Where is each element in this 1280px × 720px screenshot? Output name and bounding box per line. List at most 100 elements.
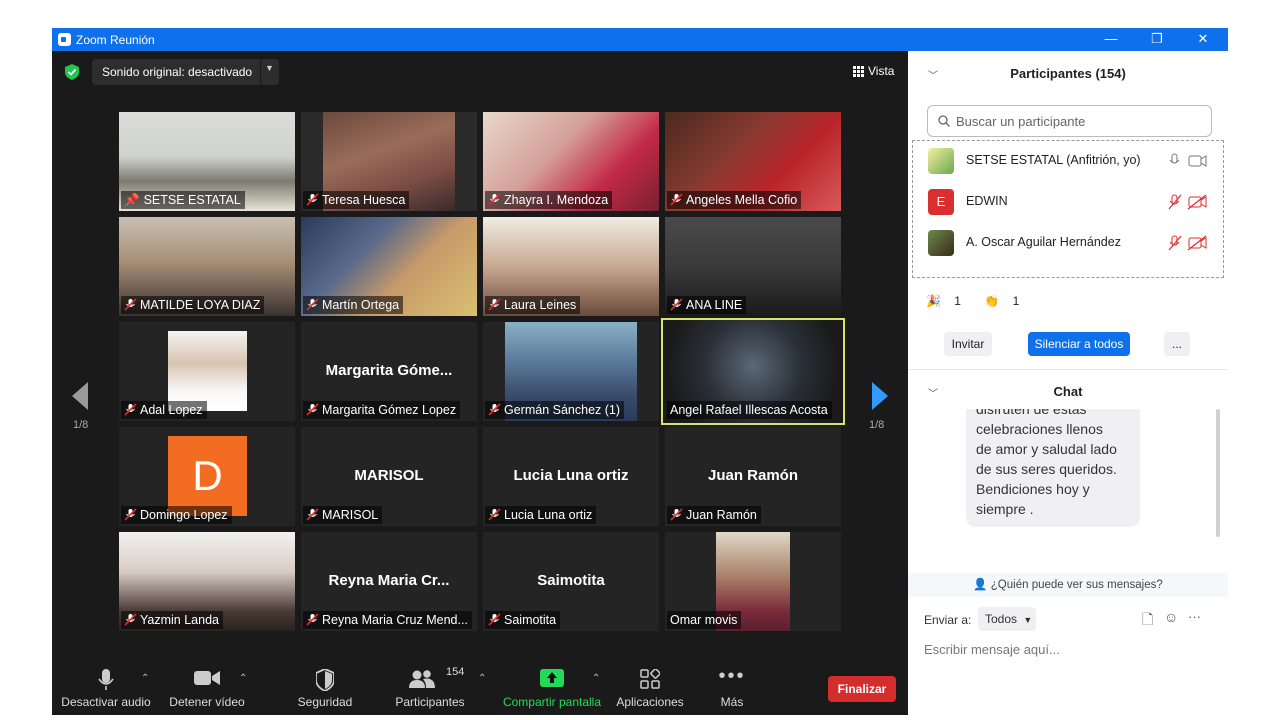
original-sound-button[interactable]: Sonido original: desactivado ▼ [92,59,279,85]
share-screen-label: Compartir pantalla [502,695,602,709]
chat-line: celebraciones llenos [976,421,1103,437]
muted-mic-camera-off-icons[interactable] [1167,194,1207,210]
video-tile[interactable]: ANA LINE [665,217,841,316]
search-placeholder: Buscar un participante [956,114,1086,129]
tile-name: SETSE ESTATAL [143,193,241,207]
raise-hand-reaction: 🎉 1 [926,294,971,308]
view-button[interactable]: Vista [847,59,901,83]
tile-name: Angel Rafael Illescas Acosta [670,403,828,417]
video-tile[interactable]: Omar movis [665,532,841,631]
video-tile[interactable]: MATILDE LOYA DIAZ [119,217,295,316]
video-tile[interactable]: Juan Ramón Juan Ramón [665,427,841,526]
tile-name-bar: MATILDE LOYA DIAZ [121,296,265,314]
security-button[interactable]: Seguridad [290,659,360,715]
tile-name-bar: Teresa Huesca [303,191,410,209]
participants-button[interactable]: 154 Participantes [390,659,470,715]
microphone-icon [98,669,114,690]
title-bar: Zoom Reunión — ❐ ✕ [52,28,1228,51]
tile-display-name: MARISOL [354,467,424,484]
muted-mic-icon [124,298,137,311]
recipient-select[interactable]: Todos ▼ [978,607,1036,631]
tile-name-bar: Lucia Luna ortiz [485,506,597,524]
next-page-arrow-icon[interactable] [870,381,890,411]
zoom-logo-icon [58,33,71,46]
tile-name-bar: ANA LINE [667,296,747,314]
chat-line: disfruten de estas [976,409,1087,417]
tile-name-bar: Angel Rafael Illescas Acosta [667,401,832,419]
party-icon: 🎉 [926,294,941,308]
tile-name-bar: Germán Sánchez (1) [485,401,625,419]
participant-name: EDWIN [966,194,1008,208]
muted-mic-icon [488,193,501,206]
tile-name: Margarita Gómez Lopez [322,403,457,417]
chat-scrollbar[interactable] [1216,409,1220,537]
restore-button[interactable]: ❐ [1147,30,1167,48]
participants-options-caret-icon[interactable]: ⌃ [478,673,486,684]
who-can-see-messages[interactable]: 👤 ¿Quién puede ver sus mensajes? [908,573,1228,597]
video-tile[interactable]: Margarita Góme... Margarita Gómez Lopez [301,322,477,421]
tile-name-bar: Domingo Lopez [121,506,232,524]
video-options-caret-icon[interactable]: ⌃ [239,673,247,684]
video-tile[interactable]: 📌 SETSE ESTATAL [119,112,295,211]
previous-page-arrow-icon[interactable] [70,381,90,411]
minimize-button[interactable]: — [1101,30,1121,48]
tile-display-name: Reyna Maria Cr... [328,572,450,589]
chat-message-input[interactable]: Escribir mensaje aquí... [924,642,1214,657]
active-speaker-tile[interactable]: Angel Rafael Illescas Acosta [661,318,845,425]
video-tile[interactable]: MARISOL MARISOL [301,427,477,526]
video-gallery: Sonido original: desactivado ▼ Vista 1/8… [52,51,908,715]
video-tile[interactable]: Reyna Maria Cr... Reyna Maria Cruz Mend.… [301,532,477,631]
divider [908,369,1228,370]
more-button[interactable]: ••• Más [708,659,756,715]
share-options-caret-icon[interactable]: ⌃ [592,673,600,684]
mic-camera-icons[interactable] [1167,153,1207,169]
video-tile[interactable]: Lucia Luna ortiz Lucia Luna ortiz [483,427,659,526]
reactions-summary: 🎉 1 👏 1 [926,294,1039,308]
file-icon[interactable]: 🗋 [1142,609,1153,633]
video-tile[interactable]: Zhayra I. Mendoza [483,112,659,211]
tile-name: ANA LINE [686,298,743,312]
share-screen-button[interactable]: Compartir pantalla [500,659,604,715]
video-tile[interactable]: Martín Ortega [301,217,477,316]
more-dots-icon[interactable]: ··· [1188,609,1201,624]
caret-down-icon[interactable]: ▼ [265,63,274,73]
muted-mic-icon [124,403,137,416]
stop-video-button[interactable]: Detener vídeo [162,659,252,715]
window-title: Zoom Reunión [76,33,155,47]
emoji-icon[interactable]: ☺ [1164,609,1178,625]
participants-count: 154 [446,666,465,678]
participant-name: A. Oscar Aguilar Hernández [966,235,1121,249]
video-tile[interactable]: Angeles Mella Cofio [665,112,841,211]
video-tile[interactable]: Adal Lopez [119,322,295,421]
participant-search-input[interactable]: Buscar un participante [927,105,1212,137]
apps-button[interactable]: Aplicaciones [614,659,686,715]
tile-name-bar: Margarita Gómez Lopez [303,401,461,419]
avatar [928,230,954,256]
video-tile[interactable]: Yazmin Landa [119,532,295,631]
more-options-button[interactable]: ... [1164,332,1190,356]
close-button[interactable]: ✕ [1193,30,1213,48]
participant-row[interactable]: E EDWIN [913,182,1223,223]
security-label: Seguridad [297,695,353,709]
end-meeting-button[interactable]: Finalizar [828,676,896,702]
muted-mic-icon [670,508,683,521]
video-tile[interactable]: D Domingo Lopez [119,427,295,526]
participant-row[interactable]: A. Oscar Aguilar Hernández [913,223,1223,264]
invite-button[interactable]: Invitar [944,332,992,356]
audio-options-caret-icon[interactable]: ⌃ [141,673,149,684]
muted-mic-camera-off-icons[interactable] [1167,235,1207,251]
video-tile[interactable]: Laura Leines [483,217,659,316]
tile-name: Zhayra I. Mendoza [504,193,609,207]
mute-all-button[interactable]: Silenciar a todos [1028,332,1130,356]
video-tile[interactable]: Teresa Huesca [301,112,477,211]
participant-row[interactable]: SETSE ESTATAL (Anfitrión, yo) [913,141,1223,182]
muted-mic-icon [306,403,319,416]
video-tile[interactable]: Germán Sánchez (1) [483,322,659,421]
divider [260,59,261,85]
tile-name: Angeles Mella Cofio [686,193,798,207]
security-shield-icon[interactable] [65,64,79,80]
person-lock-icon: 👤 [973,579,988,591]
video-camera-icon [194,671,220,685]
video-tile[interactable]: Saimotita Saimotita [483,532,659,631]
mute-audio-button[interactable]: Desactivar audio [58,659,154,715]
